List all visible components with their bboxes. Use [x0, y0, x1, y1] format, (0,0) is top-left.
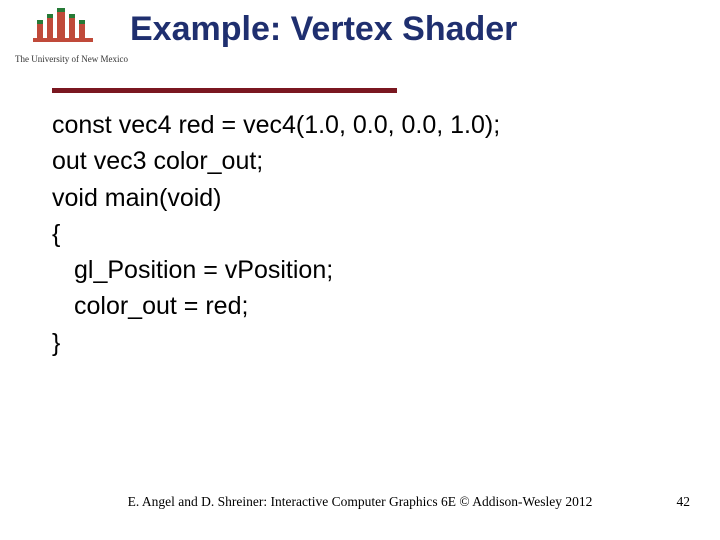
footer-citation: E. Angel and D. Shreiner: Interactive Co…: [0, 494, 720, 510]
logo-caption: The University of New Mexico: [15, 54, 110, 64]
page-number: 42: [677, 494, 691, 510]
code-line: void main(void): [52, 180, 680, 216]
title-underline: [52, 88, 397, 93]
code-line: }: [52, 325, 680, 361]
code-line: color_out = red;: [52, 288, 680, 324]
code-line: const vec4 red = vec4(1.0, 0.0, 0.0, 1.0…: [52, 107, 680, 143]
logo-icon: [33, 8, 93, 52]
code-line: out vec3 color_out;: [52, 143, 680, 179]
code-line: gl_Position = vPosition;: [52, 252, 680, 288]
slide-title: Example: Vertex Shader: [130, 10, 517, 49]
slide: The University of New Mexico Example: Ve…: [0, 0, 720, 540]
code-block: const vec4 red = vec4(1.0, 0.0, 0.0, 1.0…: [52, 107, 680, 361]
code-line: {: [52, 216, 680, 252]
university-logo: The University of New Mexico: [15, 8, 110, 64]
